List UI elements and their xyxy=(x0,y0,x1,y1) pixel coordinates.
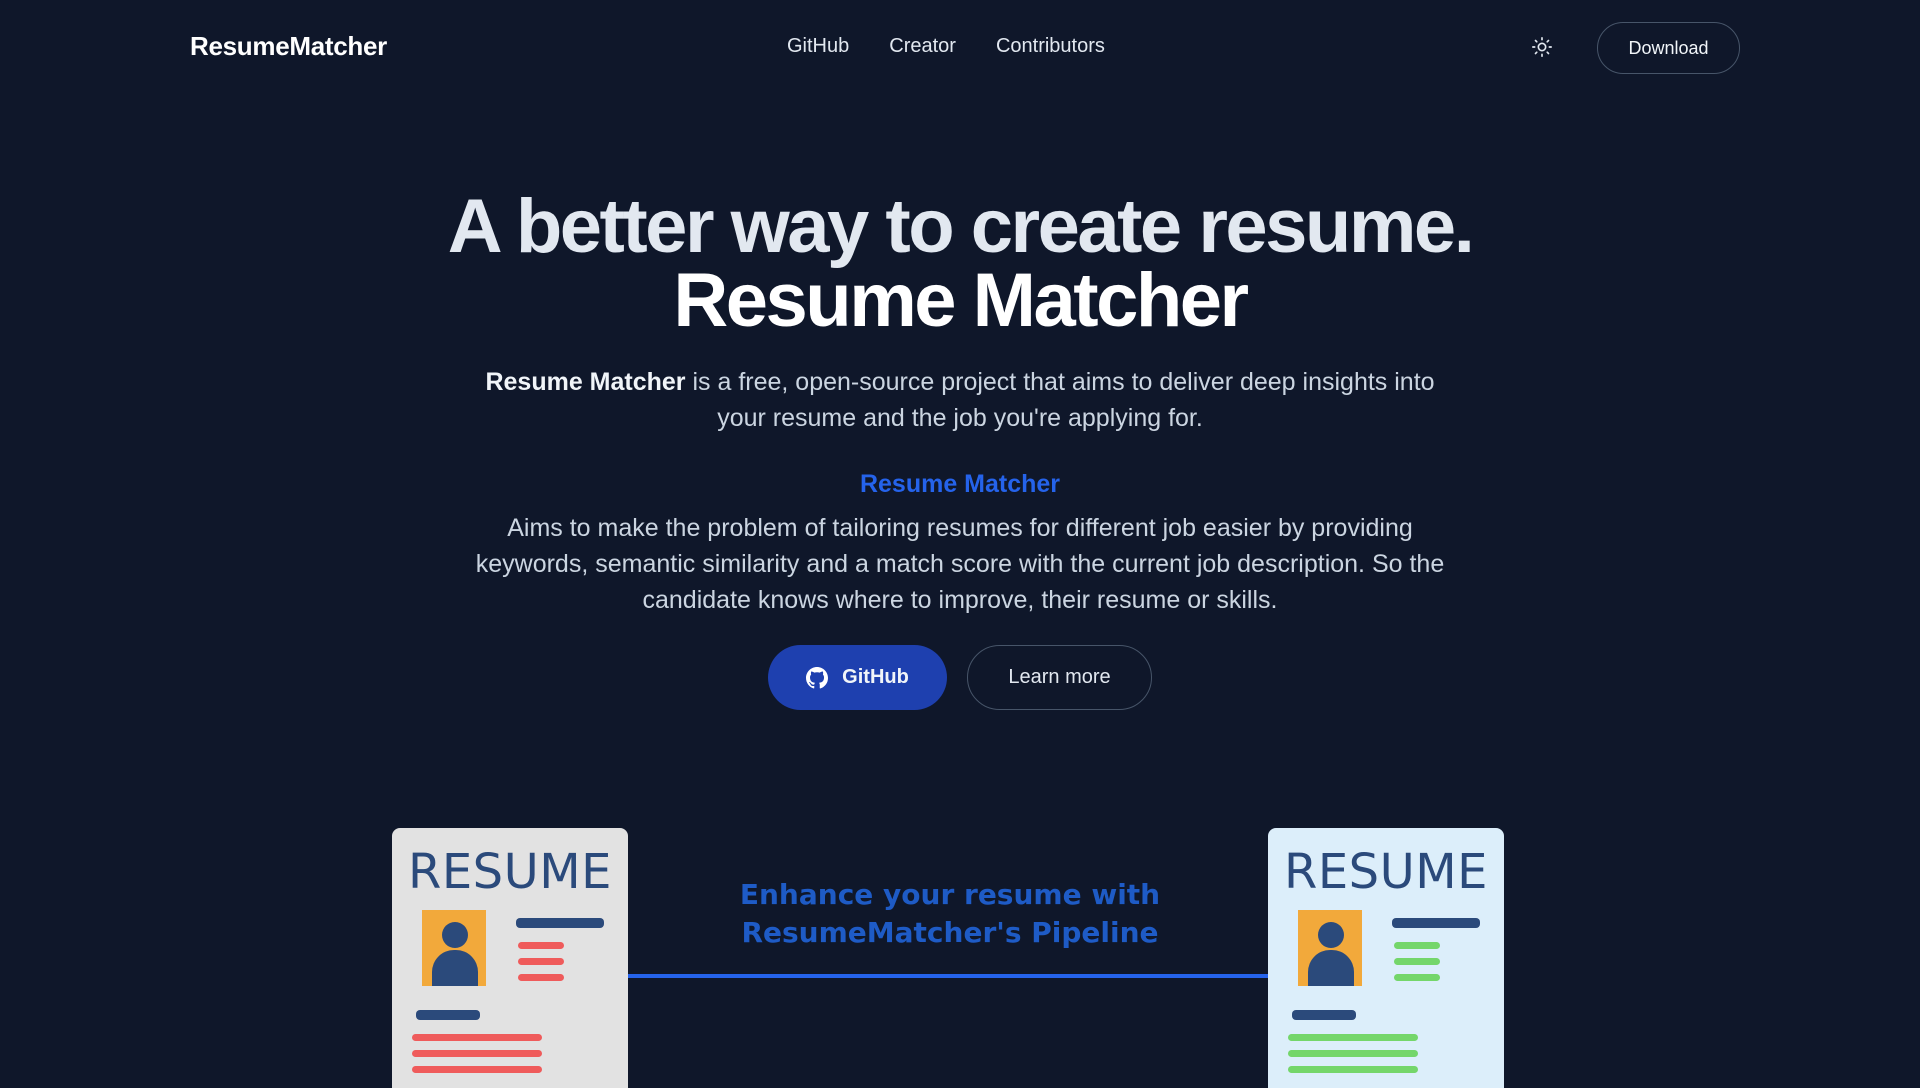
intro-rest: is a free, open-source project that aims… xyxy=(685,368,1435,432)
github-button-label: GitHub xyxy=(842,666,909,688)
download-button[interactable]: Download xyxy=(1597,22,1740,74)
hero-title-line1: A better way to create resume. xyxy=(447,184,1475,269)
aims-description: Aims to make the problem of tailoring re… xyxy=(475,514,1445,614)
resume-line xyxy=(412,1034,542,1041)
resume-line xyxy=(1392,918,1480,928)
pipeline-caption-line2: ResumeMatcher's Pipeline xyxy=(741,916,1159,949)
github-button[interactable]: GitHub xyxy=(768,645,947,710)
resume-line xyxy=(1394,958,1440,965)
sun-icon[interactable] xyxy=(1530,35,1554,59)
resume-line xyxy=(1394,942,1440,949)
resume-line xyxy=(412,1066,542,1073)
site-header: ResumeMatcher GitHub Creator Contributor… xyxy=(0,0,1920,96)
learn-more-button[interactable]: Learn more xyxy=(967,645,1152,710)
resume-line xyxy=(1288,1066,1418,1073)
resume-line xyxy=(416,1010,480,1020)
main-nav: GitHub Creator Contributors xyxy=(787,35,1105,58)
avatar xyxy=(1298,910,1362,986)
resume-line xyxy=(518,974,564,981)
nav-link-github[interactable]: GitHub xyxy=(787,35,849,58)
pipeline-caption: Enhance your resume with ResumeMatcher's… xyxy=(700,876,1200,952)
resume-line xyxy=(1288,1034,1418,1041)
resume-line xyxy=(1394,974,1440,981)
brand-logo[interactable]: ResumeMatcher xyxy=(190,31,387,62)
pipeline-connector-line xyxy=(628,974,1268,978)
pipeline-caption-line1: Enhance your resume with xyxy=(739,878,1161,911)
hero-title-line2: Resume Matcher xyxy=(673,258,1249,343)
nav-link-contributors[interactable]: Contributors xyxy=(996,35,1105,58)
resume-card-title: RESUME xyxy=(407,844,613,900)
resume-line xyxy=(1288,1050,1418,1057)
resume-line xyxy=(518,942,564,949)
resume-line xyxy=(518,958,564,965)
section-subheading: Resume Matcher xyxy=(859,470,1061,498)
resume-line xyxy=(516,918,604,928)
resume-line xyxy=(412,1050,542,1057)
resume-line xyxy=(1292,1010,1356,1020)
hero-title: A better way to create resume. Resume Ma… xyxy=(0,184,1920,343)
nav-link-creator[interactable]: Creator xyxy=(889,35,956,58)
pipeline-illustration: RESUME Enhance your resume with ResumeMa… xyxy=(0,820,1920,1088)
resume-card-after: RESUME xyxy=(1268,828,1504,1088)
resume-card-before: RESUME xyxy=(392,828,628,1088)
resume-card-title: RESUME xyxy=(1283,844,1489,900)
intro-text: Resume Matcher is a free, open-source pr… xyxy=(460,364,1460,436)
github-icon xyxy=(806,666,829,689)
avatar xyxy=(422,910,486,986)
intro-strong: Resume Matcher xyxy=(485,368,686,396)
